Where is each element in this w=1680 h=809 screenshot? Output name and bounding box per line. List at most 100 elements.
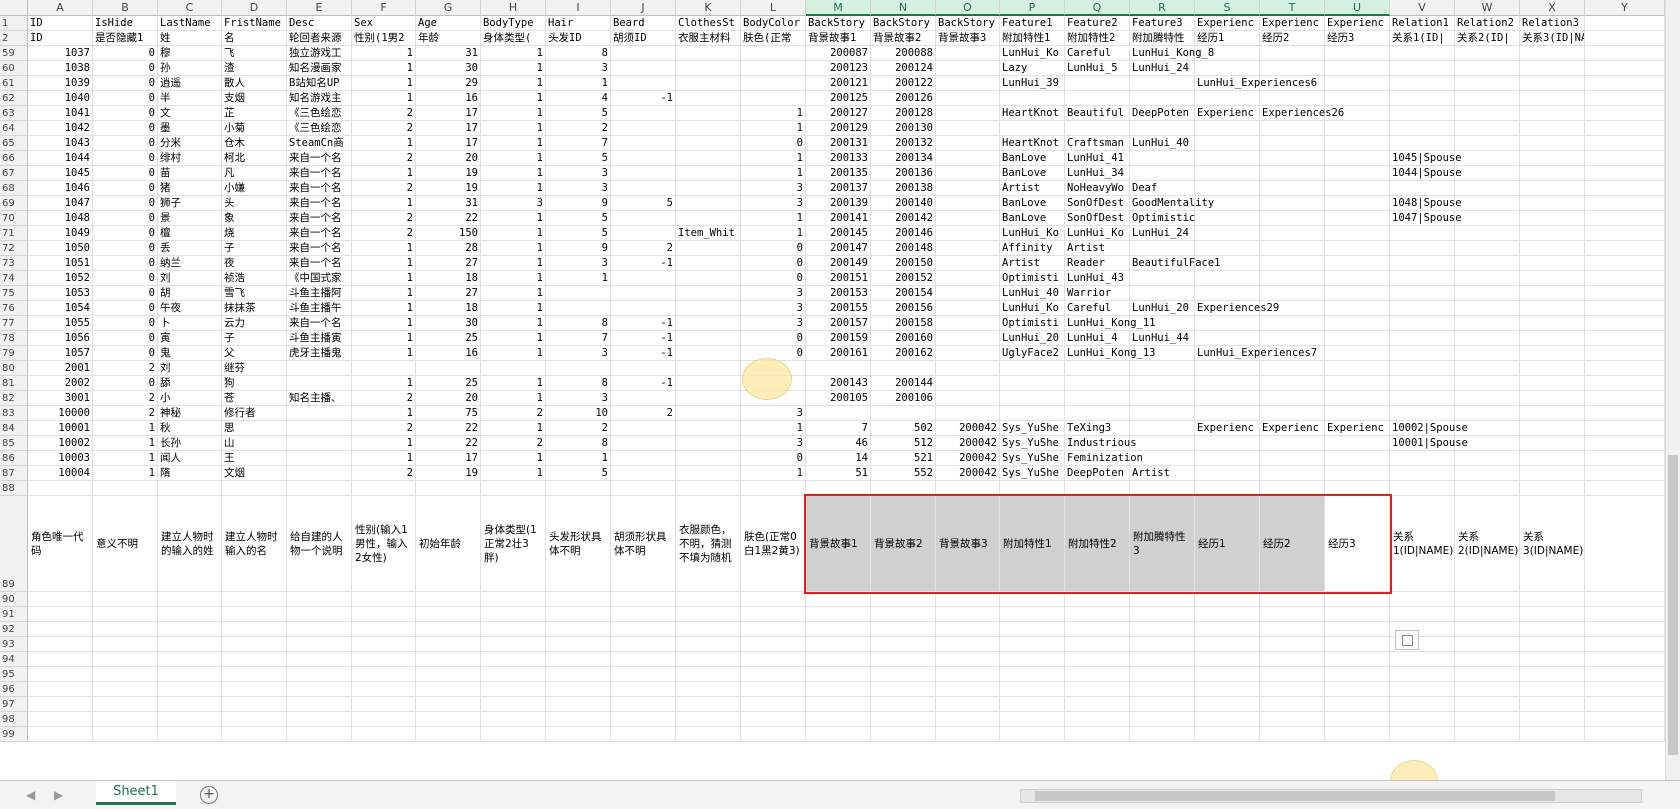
data-cell[interactable] — [1260, 46, 1325, 61]
data-cell[interactable]: 8 — [546, 436, 611, 451]
data-cell[interactable] — [1390, 682, 1455, 697]
data-cell[interactable] — [1585, 406, 1665, 421]
data-cell[interactable]: LastName — [158, 16, 222, 31]
column-header-q[interactable]: Q — [1065, 0, 1130, 16]
row-header[interactable]: 98 — [0, 712, 28, 727]
data-cell[interactable]: 渣 — [222, 61, 287, 76]
data-cell[interactable] — [416, 712, 481, 727]
row-header[interactable]: 95 — [0, 667, 28, 682]
data-cell[interactable]: 521 — [871, 451, 936, 466]
data-cell[interactable] — [1325, 451, 1390, 466]
data-cell[interactable]: 1 — [93, 466, 158, 481]
data-cell[interactable] — [416, 727, 481, 742]
data-cell[interactable] — [806, 406, 871, 421]
data-cell[interactable]: 46 — [806, 436, 871, 451]
sheet-tab-sheet1[interactable]: Sheet1 — [96, 781, 176, 805]
column-header-g[interactable]: G — [416, 0, 481, 16]
data-cell[interactable] — [936, 637, 1000, 652]
data-cell[interactable]: 19 — [416, 466, 481, 481]
data-cell[interactable] — [741, 712, 806, 727]
data-cell[interactable]: LunHui_Ko — [1065, 226, 1130, 241]
data-cell[interactable]: 分米 — [158, 136, 222, 151]
data-cell[interactable] — [1195, 727, 1260, 742]
data-cell[interactable] — [1585, 622, 1665, 637]
data-cell[interactable]: 200133 — [806, 151, 871, 166]
data-cell[interactable] — [741, 46, 806, 61]
data-cell[interactable]: 200124 — [871, 61, 936, 76]
data-cell[interactable]: 8 — [546, 316, 611, 331]
data-cell[interactable] — [1195, 622, 1260, 637]
data-cell[interactable]: 5 — [546, 466, 611, 481]
data-cell[interactable] — [1390, 61, 1455, 76]
data-cell[interactable]: 来自一个名 — [287, 241, 352, 256]
data-cell[interactable] — [936, 697, 1000, 712]
data-cell[interactable] — [871, 622, 936, 637]
data-cell[interactable]: 200154 — [871, 286, 936, 301]
data-cell[interactable]: 狮子 — [158, 196, 222, 211]
data-cell[interactable] — [741, 91, 806, 106]
data-cell[interactable] — [1520, 286, 1585, 301]
data-cell[interactable] — [1390, 91, 1455, 106]
data-cell[interactable] — [481, 727, 546, 742]
data-cell[interactable] — [676, 346, 741, 361]
data-cell[interactable]: 9 — [546, 196, 611, 211]
data-cell[interactable]: LunHui_Kong_8 — [1130, 46, 1214, 61]
data-cell[interactable]: Feature1 — [1000, 16, 1065, 31]
data-cell[interactable] — [676, 241, 741, 256]
data-cell[interactable] — [1390, 466, 1455, 481]
data-cell[interactable] — [1130, 637, 1195, 652]
data-cell[interactable] — [1390, 136, 1455, 151]
data-cell[interactable] — [1195, 667, 1260, 682]
data-cell[interactable] — [222, 682, 287, 697]
data-cell[interactable]: 1 — [741, 226, 806, 241]
data-cell[interactable] — [1000, 391, 1065, 406]
data-cell[interactable] — [1520, 391, 1585, 406]
data-cell[interactable]: LunHui_4 — [1065, 331, 1130, 346]
data-cell[interactable] — [1520, 667, 1585, 682]
data-cell[interactable] — [1130, 376, 1195, 391]
data-cell[interactable]: 来自一个名 — [287, 196, 352, 211]
data-cell[interactable] — [222, 622, 287, 637]
data-cell[interactable] — [1390, 121, 1455, 136]
data-cell[interactable]: 3 — [741, 196, 806, 211]
data-cell[interactable]: IsHide — [93, 16, 158, 31]
data-cell[interactable] — [1585, 61, 1665, 76]
data-cell[interactable] — [1325, 406, 1390, 421]
row-header[interactable]: 73 — [0, 256, 28, 271]
note-cell[interactable]: 附加腾特性3 — [1130, 496, 1195, 592]
data-cell[interactable]: 胡须ID — [611, 31, 676, 46]
note-cell[interactable]: 关系3(ID|NAME) — [1520, 496, 1585, 592]
data-cell[interactable] — [1520, 451, 1585, 466]
data-cell[interactable] — [936, 331, 1000, 346]
data-cell[interactable]: 1 — [481, 226, 546, 241]
data-cell[interactable] — [1195, 592, 1260, 607]
column-header-v[interactable]: V — [1390, 0, 1455, 16]
data-cell[interactable]: 200146 — [871, 226, 936, 241]
data-cell[interactable] — [1260, 181, 1325, 196]
data-cell[interactable] — [676, 211, 741, 226]
data-cell[interactable] — [806, 361, 871, 376]
data-cell[interactable] — [1325, 331, 1390, 346]
row-header[interactable]: 74 — [0, 271, 28, 286]
column-header-a[interactable]: A — [28, 0, 93, 16]
row-header[interactable]: 89 — [0, 496, 28, 592]
data-cell[interactable] — [1260, 241, 1325, 256]
data-cell[interactable] — [806, 607, 871, 622]
row-header[interactable]: 78 — [0, 331, 28, 346]
data-cell[interactable] — [416, 682, 481, 697]
data-cell[interactable]: Artist — [1130, 466, 1195, 481]
data-cell[interactable]: 200158 — [871, 316, 936, 331]
data-cell[interactable] — [676, 151, 741, 166]
data-cell[interactable] — [416, 622, 481, 637]
data-cell[interactable]: 200140 — [871, 196, 936, 211]
data-cell[interactable]: 2 — [352, 466, 416, 481]
data-cell[interactable]: 1 — [481, 376, 546, 391]
data-cell[interactable] — [676, 196, 741, 211]
data-cell[interactable] — [1455, 211, 1520, 226]
data-cell[interactable]: 1 — [546, 451, 611, 466]
data-cell[interactable]: 3 — [741, 181, 806, 196]
data-cell[interactable] — [1520, 637, 1585, 652]
data-cell[interactable]: Sys_YuShe — [1000, 451, 1065, 466]
data-cell[interactable] — [1325, 667, 1390, 682]
data-cell[interactable]: 经历2 — [1260, 31, 1325, 46]
